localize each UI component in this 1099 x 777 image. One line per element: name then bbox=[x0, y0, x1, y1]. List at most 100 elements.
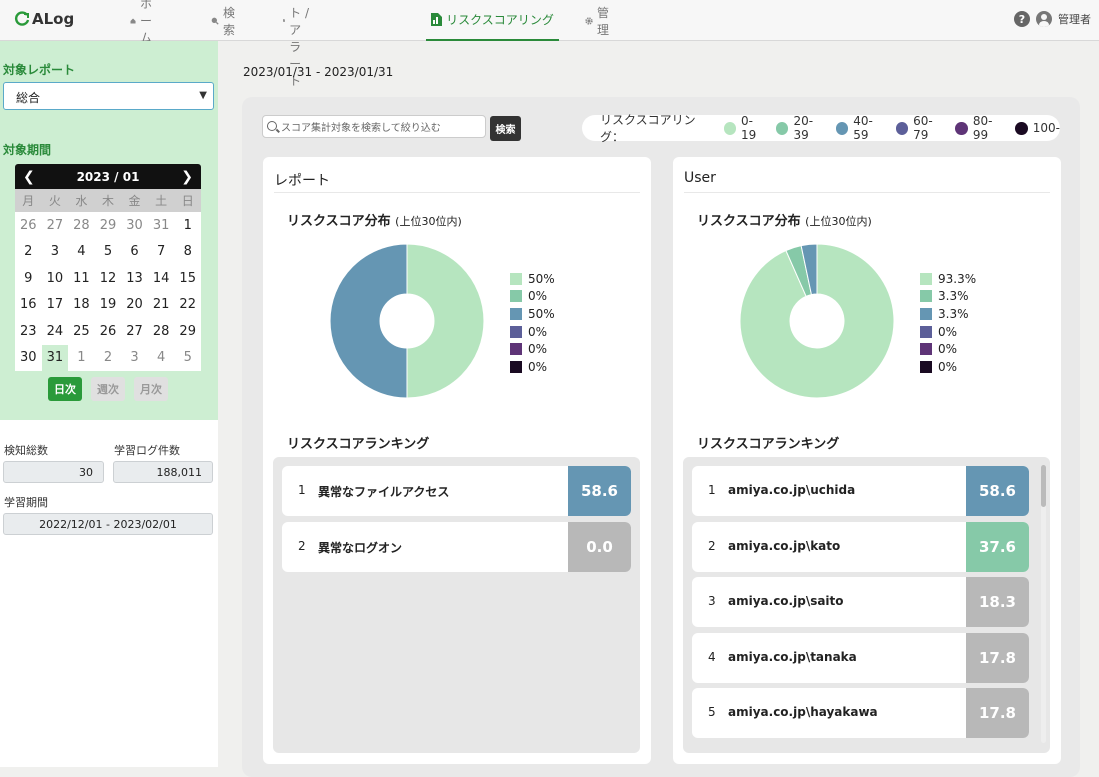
ranking-row[interactable]: 2 amiya.co.jp\kato 37.6 bbox=[692, 521, 1029, 572]
help-icon[interactable]: ? bbox=[1014, 11, 1030, 27]
ranking-number: 3 bbox=[708, 594, 716, 609]
distribution-title-text: リスクスコア分布 bbox=[287, 214, 391, 229]
risk-panel: スコア集計対象を検索して絞り込む 検索 リスクスコアリング： 0-19 20-39… bbox=[242, 97, 1080, 777]
user-icon[interactable] bbox=[1036, 11, 1052, 27]
calendar-day[interactable]: 6 bbox=[121, 239, 148, 266]
ranking-row[interactable]: 4 amiya.co.jp\tanaka 17.8 bbox=[692, 632, 1029, 683]
chevron-down-icon: ▼ bbox=[199, 90, 207, 101]
nav-tab-admin[interactable]: 管理 bbox=[585, 0, 613, 41]
calendar-day[interactable]: 26 bbox=[95, 318, 122, 345]
calendar-day[interactable]: 29 bbox=[174, 318, 201, 345]
calendar-day[interactable]: 22 bbox=[174, 292, 201, 319]
calendar-day[interactable]: 28 bbox=[68, 212, 95, 239]
distribution-percent: 0% bbox=[528, 324, 548, 339]
report-select[interactable]: 総合 ▼ bbox=[3, 82, 214, 110]
calendar-day[interactable]: 14 bbox=[148, 265, 175, 292]
calendar-day[interactable]: 30 bbox=[121, 212, 148, 239]
donut-slice[interactable] bbox=[406, 243, 485, 399]
ranking-row[interactable]: 1 amiya.co.jp\uchida 58.6 bbox=[692, 466, 1029, 516]
scrollbar-thumb[interactable] bbox=[1041, 465, 1046, 507]
nav-tab-report[interactable]: レポート / アラート bbox=[283, 0, 310, 88]
calendar-day[interactable]: 7 bbox=[148, 239, 175, 266]
ranking-row[interactable]: 3 amiya.co.jp\saito 18.3 bbox=[692, 577, 1029, 628]
calendar-day[interactable]: 13 bbox=[121, 265, 148, 292]
calendar-day[interactable]: 24 bbox=[42, 318, 69, 345]
nav-tab-risk-scoring[interactable]: リスクスコアリング bbox=[426, 0, 559, 41]
prev-month-icon[interactable]: ❮ bbox=[23, 169, 35, 185]
period-label: 対象期間 bbox=[3, 143, 52, 157]
calendar-day[interactable]: 15 bbox=[174, 265, 201, 292]
search-button[interactable]: 検索 bbox=[490, 116, 521, 141]
calendar-day[interactable]: 19 bbox=[95, 292, 122, 319]
card-title: User bbox=[684, 170, 716, 186]
learn-period-value: 2022/12/01 - 2023/02/01 bbox=[3, 513, 213, 535]
user-name[interactable]: 管理者 bbox=[1058, 11, 1091, 27]
nav-tab-label: ホーム bbox=[140, 0, 153, 45]
app-logo[interactable]: ALog bbox=[14, 10, 74, 28]
calendar-day[interactable]: 16 bbox=[15, 292, 42, 319]
calendar-day[interactable]: 17 bbox=[42, 292, 69, 319]
calendar-day[interactable]: 2 bbox=[95, 345, 122, 372]
calendar-day[interactable]: 1 bbox=[174, 212, 201, 239]
ranking-row[interactable]: 2 異常なログオン 0.0 bbox=[282, 522, 631, 572]
ranking-row[interactable]: 5 amiya.co.jp\hayakawa 17.8 bbox=[692, 688, 1029, 739]
calendar-day[interactable]: 27 bbox=[42, 212, 69, 239]
mode-daily-button[interactable]: 日次 bbox=[48, 377, 82, 401]
calendar-day[interactable]: 27 bbox=[121, 318, 148, 345]
weekday-label: 月 bbox=[22, 194, 35, 208]
calendar-day[interactable]: 26 bbox=[15, 212, 42, 239]
detect-total-value: 30 bbox=[3, 461, 104, 483]
calendar-day[interactable]: 4 bbox=[68, 239, 95, 266]
calendar-day[interactable]: 12 bbox=[95, 265, 122, 292]
search-input[interactable]: スコア集計対象を検索して絞り込む bbox=[262, 115, 486, 138]
nav-tab-label: 検索 bbox=[223, 5, 236, 37]
legend-swatch bbox=[510, 290, 522, 303]
calendar-day[interactable]: 5 bbox=[174, 345, 201, 372]
learn-period-label: 学習期間 bbox=[4, 496, 48, 509]
logo-icon bbox=[15, 11, 30, 26]
calendar-day[interactable]: 28 bbox=[148, 318, 175, 345]
ranking-list[interactable]: 1 異常なファイルアクセス 58.6 2 異常なログオン 0.0 bbox=[273, 457, 640, 753]
legend-swatch bbox=[920, 325, 932, 338]
calendar-day[interactable]: 21 bbox=[148, 292, 175, 319]
mode-monthly-button[interactable]: 月次 bbox=[134, 377, 168, 401]
weekday-label: 日 bbox=[181, 194, 194, 208]
ranking-name: 異常なログオン bbox=[318, 541, 403, 555]
distribution-percent: 0% bbox=[528, 289, 548, 304]
calendar-day[interactable]: 3 bbox=[42, 239, 69, 266]
calendar-day[interactable]: 3 bbox=[121, 345, 148, 372]
next-month-icon[interactable]: ❯ bbox=[181, 169, 193, 185]
calendar-day[interactable]: 10 bbox=[42, 265, 69, 292]
calendar-day[interactable]: 1 bbox=[68, 345, 95, 372]
donut-slice[interactable] bbox=[329, 243, 408, 399]
calendar-day[interactable]: 25 bbox=[68, 318, 95, 345]
calendar-day[interactable]: 8 bbox=[174, 239, 201, 266]
legend-label: 40-59 bbox=[853, 114, 873, 142]
weekday-label: 木 bbox=[101, 194, 114, 208]
calendar-day[interactable]: 5 bbox=[95, 239, 122, 266]
legend-swatch bbox=[895, 121, 909, 135]
distribution-donut-chart bbox=[329, 243, 485, 399]
calendar-day[interactable]: 29 bbox=[95, 212, 122, 239]
calendar-day[interactable]: 20 bbox=[121, 292, 148, 319]
calendar-day[interactable]: 4 bbox=[148, 345, 175, 372]
calendar-day[interactable]: 31 bbox=[41, 344, 69, 371]
calendar-day[interactable]: 23 bbox=[15, 318, 42, 345]
ranking-row[interactable]: 1 異常なファイルアクセス 58.6 bbox=[282, 466, 631, 516]
calendar-day[interactable]: 30 bbox=[15, 345, 42, 372]
calendar-day[interactable]: 9 bbox=[15, 265, 42, 292]
calendar-day[interactable]: 11 bbox=[68, 265, 95, 292]
distribution-legend-item: 0% bbox=[510, 340, 555, 358]
calendar-day[interactable]: 18 bbox=[68, 292, 95, 319]
nav-tab-label: 管理 bbox=[597, 5, 610, 37]
nav-tab-search[interactable]: 検索 bbox=[211, 0, 239, 41]
calendar-day[interactable]: 2 bbox=[15, 239, 42, 266]
ranking-list[interactable]: 1 amiya.co.jp\uchida 58.6 2 amiya.co.jp\k… bbox=[683, 457, 1050, 753]
distribution-legend: 93.3% 3.3% 3.3% 0% 0% 0% bbox=[920, 270, 976, 376]
search-placeholder: スコア集計対象を検索して絞り込む bbox=[281, 123, 441, 134]
app-logo-text: ALog bbox=[32, 10, 75, 28]
calendar-day[interactable]: 31 bbox=[148, 212, 175, 239]
mode-weekly-button[interactable]: 週次 bbox=[91, 377, 125, 401]
nav-tab-home[interactable]: ホーム bbox=[130, 0, 158, 45]
legend-swatch bbox=[510, 272, 522, 285]
